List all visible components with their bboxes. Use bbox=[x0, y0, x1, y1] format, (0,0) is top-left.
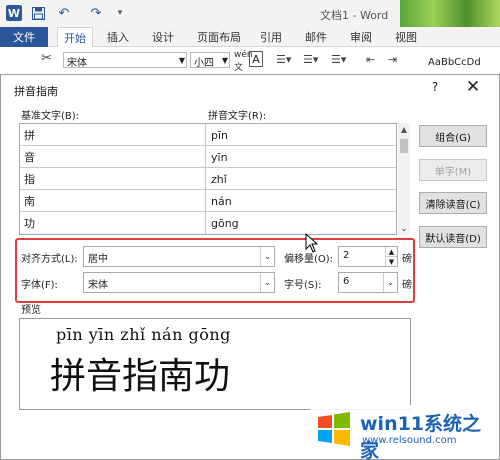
grid-row: 指 zhǐ bbox=[20, 168, 396, 190]
ruby-text-field[interactable]: gōng bbox=[207, 212, 396, 234]
watermark: win11系统之家 www.relsound.com bbox=[310, 405, 496, 460]
ruby-text-field[interactable]: pīn bbox=[207, 124, 396, 146]
ruby-grid: 拼 pīn 音 yīn 指 zhǐ 南 nán 功 gōng bbox=[19, 123, 397, 235]
spin-up-icon[interactable]: ▲ bbox=[385, 247, 397, 257]
size-unit: 磅 bbox=[402, 280, 412, 291]
base-text-label: 基准文字(B): bbox=[21, 111, 80, 122]
single-char-button[interactable]: 单字(M) bbox=[419, 159, 487, 181]
tab-file[interactable]: 文件 bbox=[0, 27, 48, 47]
tab-page-layout[interactable]: 页面布局 bbox=[197, 27, 241, 47]
alignment-select[interactable]: 居中 ⌄ bbox=[83, 246, 275, 267]
base-text-field[interactable]: 南 bbox=[20, 190, 206, 212]
preview-label: 预览 bbox=[21, 305, 41, 316]
alignment-label: 对齐方式(L): bbox=[21, 254, 78, 265]
font-name-box[interactable]: 宋体 bbox=[63, 52, 187, 69]
dialog-title: 拼音指南 bbox=[14, 85, 58, 98]
alignment-value: 居中 bbox=[88, 254, 108, 265]
word-logo-icon: W bbox=[6, 5, 22, 21]
default-reading-button[interactable]: 默认读音(D) bbox=[419, 226, 487, 248]
windows-logo-icon bbox=[318, 412, 350, 446]
bullets-icon[interactable]: ☰▾ bbox=[276, 53, 291, 66]
mouse-cursor-icon bbox=[305, 233, 319, 253]
size-value: 6 bbox=[343, 276, 350, 287]
tab-review[interactable]: 审阅 bbox=[350, 27, 372, 47]
ruby-text-field[interactable]: nán bbox=[207, 190, 396, 212]
customize-quick-access-icon[interactable]: ▾ bbox=[112, 5, 128, 21]
chevron-down-icon[interactable]: ▼ bbox=[219, 52, 231, 68]
combine-button[interactable]: 组合(G) bbox=[419, 125, 487, 147]
style-normal[interactable]: AaBbCcDd bbox=[428, 57, 481, 68]
scroll-down-icon[interactable]: ⌄ bbox=[398, 223, 410, 235]
preview-pane: pīn yīn zhǐ nán gōng 拼音指南功 bbox=[19, 318, 411, 410]
font-label: 字体(F): bbox=[21, 280, 58, 291]
font-select[interactable]: 宋体 ⌄ bbox=[83, 272, 275, 293]
base-text-field[interactable]: 拼 bbox=[20, 124, 206, 146]
ruby-text-field[interactable]: zhǐ bbox=[207, 168, 396, 190]
base-text-field[interactable]: 功 bbox=[20, 212, 206, 234]
grid-row: 音 yīn bbox=[20, 146, 396, 168]
preview-base-text: 拼音指南功 bbox=[50, 356, 231, 397]
background-window bbox=[400, 0, 500, 27]
tab-design[interactable]: 设计 bbox=[152, 27, 174, 47]
base-text-field[interactable]: 音 bbox=[20, 146, 206, 168]
save-icon[interactable] bbox=[30, 5, 46, 21]
tab-mailings[interactable]: 邮件 bbox=[305, 27, 327, 47]
redo-icon[interactable]: ↷ bbox=[88, 5, 104, 21]
tab-home[interactable]: 开始 bbox=[57, 27, 93, 48]
tab-view[interactable]: 视图 bbox=[395, 27, 417, 47]
ruby-text-field[interactable]: yīn bbox=[207, 146, 396, 168]
spin-down-icon[interactable]: ▼ bbox=[385, 257, 397, 266]
offset-value: 2 bbox=[343, 250, 350, 261]
grid-scrollbar[interactable]: ▲ ⌄ bbox=[398, 123, 410, 235]
base-text-field[interactable]: 指 bbox=[20, 168, 206, 190]
grid-row: 功 gōng bbox=[20, 212, 396, 234]
chevron-down-icon[interactable]: ▼ bbox=[176, 52, 188, 68]
title-bar: W ↶ ↷ ▾ 文档1 - Word bbox=[0, 0, 500, 27]
cut-icon[interactable]: ✂ bbox=[41, 51, 52, 66]
undo-icon[interactable]: ↶ bbox=[56, 5, 72, 21]
tab-references[interactable]: 引用 bbox=[260, 27, 282, 47]
increase-indent-icon[interactable]: ⇥ bbox=[388, 53, 397, 66]
font-value: 宋体 bbox=[88, 280, 108, 291]
offset-unit: 磅 bbox=[402, 254, 412, 265]
close-button[interactable]: ✕ bbox=[461, 77, 485, 97]
grid-row: 南 nán bbox=[20, 190, 396, 212]
ribbon-tabs: 文件 开始 插入 设计 页面布局 引用 邮件 审阅 视图 bbox=[0, 27, 500, 48]
chevron-down-icon[interactable]: ⌄ bbox=[260, 247, 274, 266]
chevron-down-icon[interactable]: ⌄ bbox=[383, 273, 397, 292]
clear-reading-button[interactable]: 清除读音(C) bbox=[419, 192, 487, 214]
offset-spinner[interactable]: 2 ▲ ▼ bbox=[338, 246, 398, 267]
character-border-button[interactable]: A bbox=[249, 51, 263, 67]
multilevel-list-icon[interactable]: ☰▾ bbox=[331, 53, 346, 66]
size-select[interactable]: 6 ⌄ bbox=[338, 272, 398, 293]
preview-ruby-text: pīn yīn zhǐ nán gōng bbox=[56, 325, 231, 344]
numbering-icon[interactable]: ☰▾ bbox=[303, 53, 318, 66]
watermark-url: www.relsound.com bbox=[362, 435, 457, 446]
scroll-up-icon[interactable]: ▲ bbox=[398, 123, 410, 135]
scroll-thumb[interactable] bbox=[400, 139, 408, 153]
decrease-indent-icon[interactable]: ⇤ bbox=[366, 53, 375, 66]
document-title: 文档1 - Word bbox=[320, 9, 389, 22]
phonetic-guide-dialog: 拼音指南 ? ✕ 基准文字(B): 拼音文字(R): 拼 pīn 音 yīn 指… bbox=[0, 74, 500, 460]
help-button[interactable]: ? bbox=[426, 80, 444, 96]
ruby-text-label: 拼音文字(R): bbox=[208, 111, 267, 122]
tab-insert[interactable]: 插入 bbox=[107, 27, 129, 47]
chevron-down-icon[interactable]: ⌄ bbox=[260, 273, 274, 292]
grid-row: 拼 pīn bbox=[20, 124, 396, 146]
size-label: 字号(S): bbox=[284, 280, 322, 291]
